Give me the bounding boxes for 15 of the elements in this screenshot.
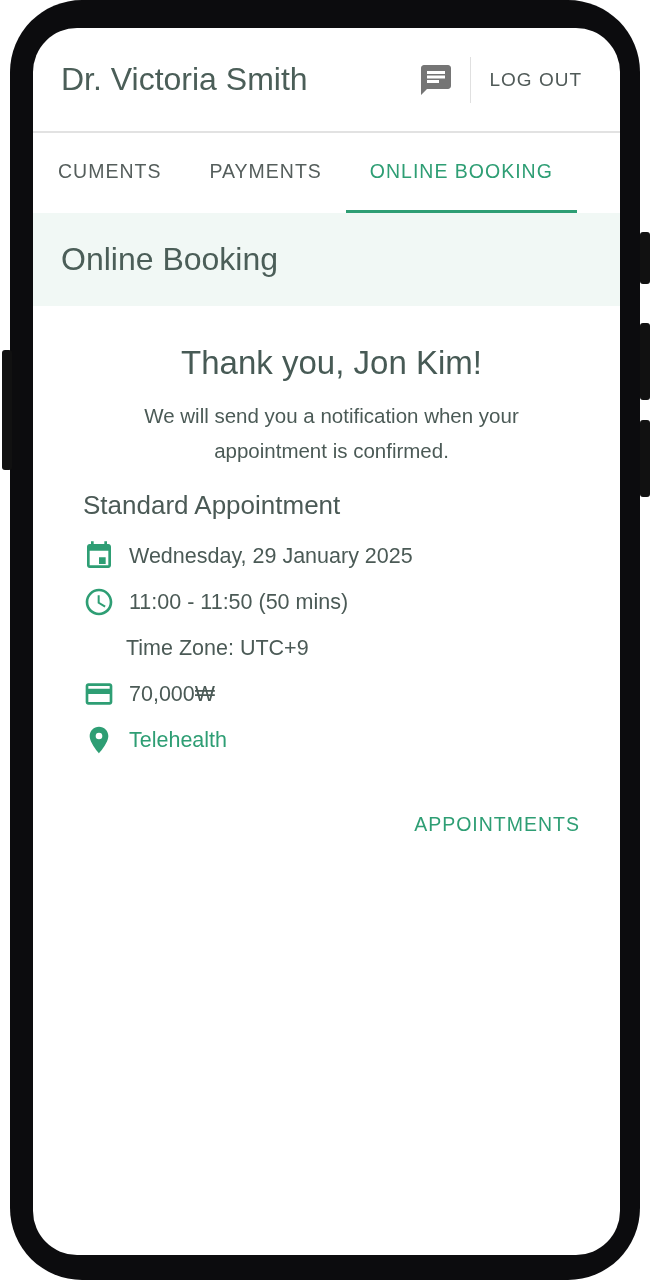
detail-text: 11:00 - 11:50 (50 mins) <box>129 589 349 615</box>
location-link[interactable]: Telehealth <box>129 727 228 753</box>
confirmation-message: We will send you a notification when your appointment is confirmed. <box>143 403 520 464</box>
appointments-button[interactable]: APPOINTMENTS <box>414 813 580 836</box>
timezone-text: Time Zone: UTC+9 <box>126 635 309 661</box>
detail-text: Wednesday, 29 January 2025 <box>129 543 413 569</box>
tab[interactable]: PAYMENTS <box>185 133 346 213</box>
logout-button[interactable]: LOG OUT <box>489 68 582 91</box>
section-title: Online Booking <box>61 241 279 278</box>
thank-you-heading: Thank you, Jon Kim! <box>180 344 483 382</box>
appointment-title: Standard Appointment <box>83 490 342 521</box>
doctor-name: Dr. Victoria Smith <box>61 61 308 98</box>
detail-text: 70,000₩ <box>129 681 216 707</box>
clock-icon <box>83 586 115 618</box>
tab[interactable]: CUMENTS <box>34 133 186 213</box>
